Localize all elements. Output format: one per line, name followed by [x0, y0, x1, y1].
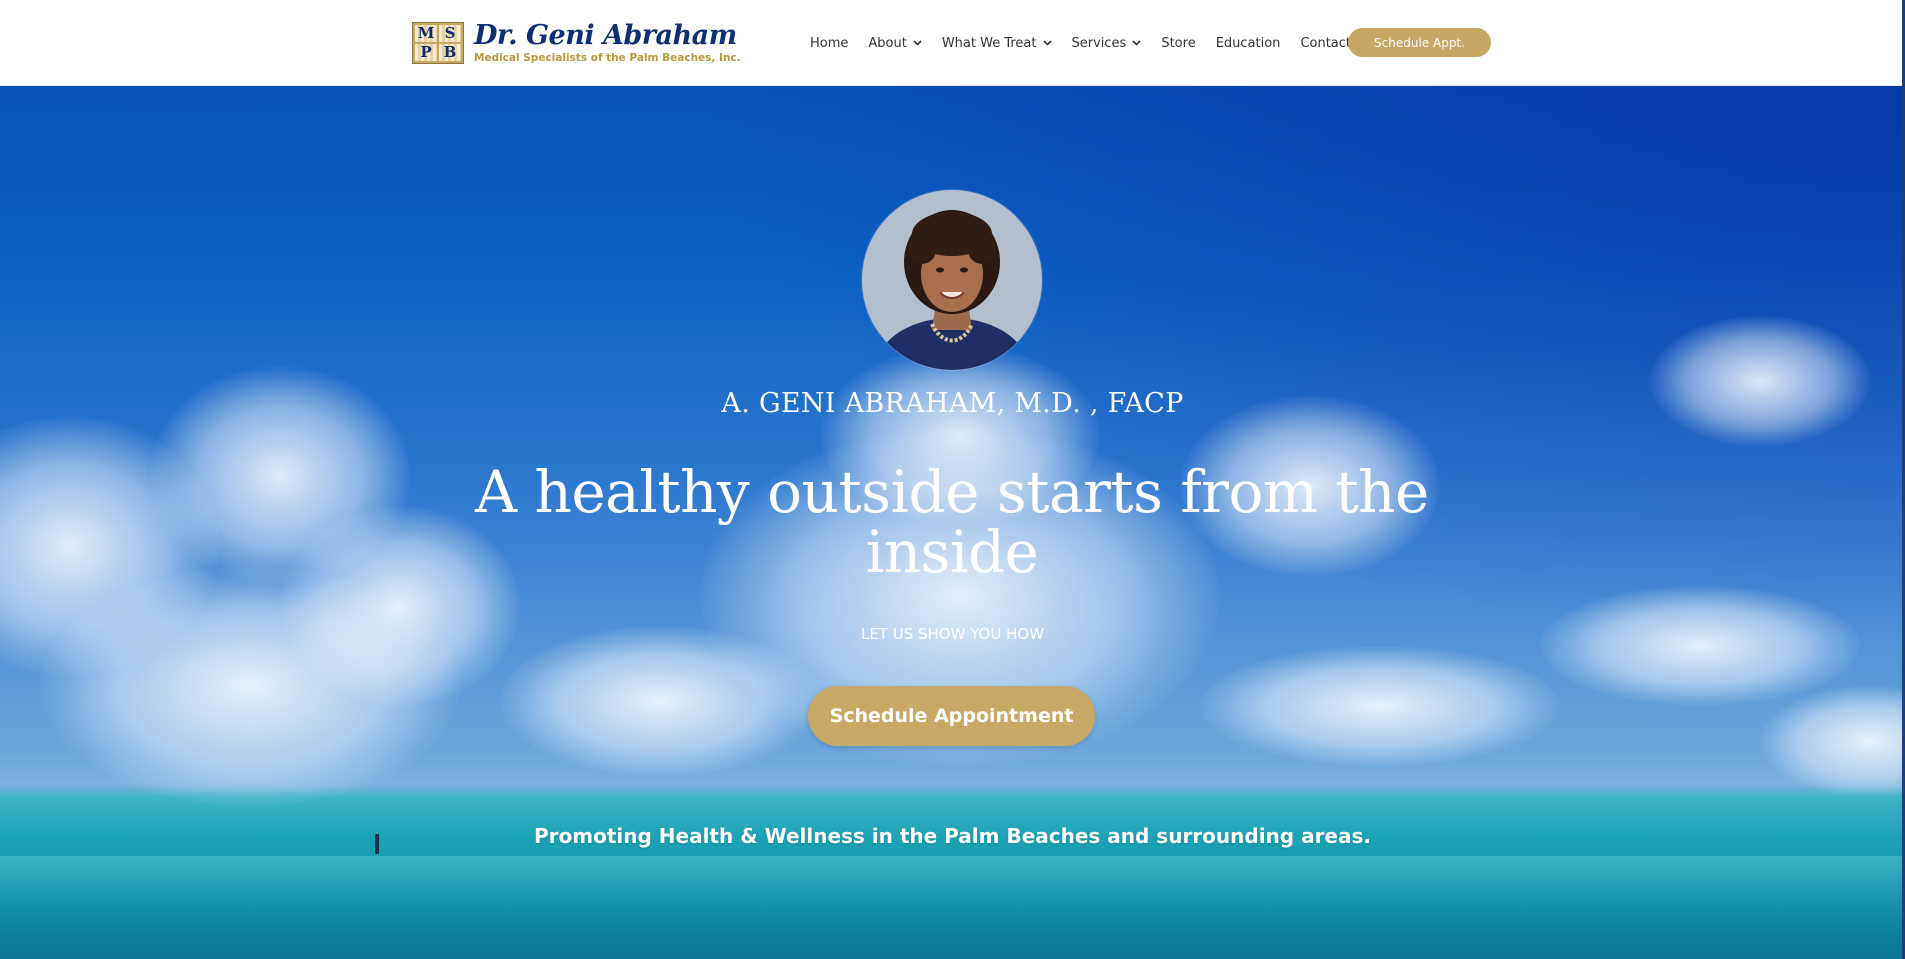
hero-section: A. GENI ABRAHAM, M.D. , FACP A healthy o…: [0, 86, 1905, 959]
nav-item-services[interactable]: Services: [1072, 36, 1142, 51]
logo-title: Dr. Geni Abraham: [474, 20, 737, 51]
logo-letter: M: [415, 25, 437, 42]
nav-item-label: Education: [1215, 35, 1281, 51]
hero-tagline: Promoting Health & Wellness in the Palm …: [534, 824, 1371, 848]
nav-item-education[interactable]: Education: [1216, 36, 1281, 51]
cloud-image: [1540, 586, 1860, 706]
schedule-appointment-button[interactable]: Schedule Appointment: [808, 686, 1095, 746]
chevron-down-icon: [913, 40, 922, 46]
schedule-appt-button[interactable]: Schedule Appt.: [1348, 28, 1491, 57]
nav-item-store[interactable]: Store: [1161, 36, 1195, 51]
nav-item-label: About: [868, 35, 907, 51]
logo-letter: S: [439, 25, 461, 42]
cloud-image: [1650, 316, 1870, 446]
nav-item-label: Store: [1161, 35, 1196, 51]
nav-item-about[interactable]: About: [868, 35, 922, 51]
hero-headline: A healthy outside starts from the inside: [475, 458, 1429, 586]
cloud-image: [500, 626, 820, 776]
site-header: M S P B Dr. Geni Abraham Medical Special…: [0, 0, 1905, 86]
doctor-avatar: [862, 190, 1042, 370]
nav-item-label: Services: [1071, 35, 1127, 51]
cloud-image: [1200, 646, 1560, 766]
logo-letter: B: [439, 44, 461, 61]
main-nav: Home About What We Treat Services Store …: [810, 28, 1391, 58]
hero-subheadline: LET US SHOW YOU HOW: [860, 625, 1045, 643]
nav-item-label: Home: [810, 35, 849, 51]
site-logo[interactable]: M S P B Dr. Geni Abraham Medical Special…: [412, 20, 741, 66]
sea-background: [0, 856, 1905, 959]
nav-item-home[interactable]: Home: [810, 36, 848, 51]
doctor-name: A. GENI ABRAHAM, M.D. , FACP: [721, 388, 1184, 419]
chevron-down-icon: [1042, 40, 1052, 46]
chevron-down-icon: [1132, 40, 1141, 46]
logo-subtitle: Medical Specialists of the Palm Beaches,…: [474, 52, 741, 64]
logo-text: Dr. Geni Abraham Medical Specialists of …: [474, 21, 741, 65]
doctor-portrait-image: [862, 190, 1042, 370]
logo-mark-icon: M S P B: [412, 22, 464, 64]
logo-letter: P: [415, 44, 437, 61]
nav-item-what-we-treat[interactable]: What We Treat: [942, 36, 1052, 51]
nav-item-label: What We Treat: [941, 35, 1037, 51]
